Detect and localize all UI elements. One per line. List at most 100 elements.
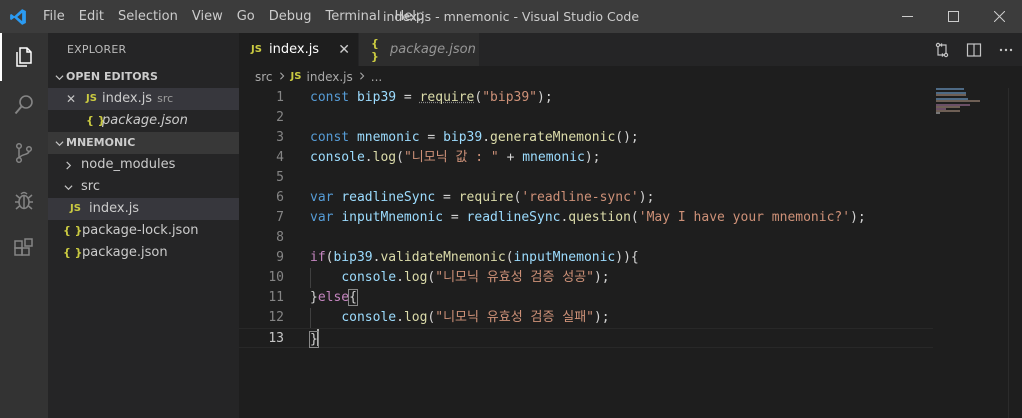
text-cursor bbox=[316, 329, 319, 346]
source-control-activity[interactable] bbox=[0, 129, 48, 177]
project-header[interactable]: MNEMONIC bbox=[48, 132, 239, 154]
split-editor-icon bbox=[966, 42, 982, 57]
json-file-icon: { } bbox=[63, 224, 83, 237]
menu-debug[interactable]: Debug bbox=[262, 0, 319, 33]
code-line: 11 }else{ bbox=[239, 288, 933, 308]
code-line: 10 console.log("니모닉 유효성 검증 성공"); bbox=[239, 268, 933, 288]
tree-file-package-lock-json[interactable]: { } package-lock.json bbox=[48, 220, 239, 242]
code-text: } bbox=[309, 329, 319, 350]
compare-changes-icon bbox=[935, 42, 949, 57]
tree-item-label: node_modules bbox=[81, 157, 176, 172]
menu-edit[interactable]: Edit bbox=[72, 0, 111, 33]
code-line-current: 13 } bbox=[239, 328, 933, 348]
close-editor-icon[interactable]: ✕ bbox=[66, 88, 86, 110]
minimize-icon bbox=[901, 16, 913, 17]
tree-folder-src[interactable]: src bbox=[48, 176, 239, 198]
line-number: 6 bbox=[276, 190, 284, 205]
maximize-button[interactable] bbox=[930, 0, 976, 33]
extensions-icon bbox=[14, 238, 33, 256]
explorer-title: EXPLORER bbox=[67, 43, 127, 56]
code-text: console.log("니모닉 유효성 검증 성공"); bbox=[341, 270, 610, 285]
split-editor-button[interactable] bbox=[958, 33, 990, 66]
more-actions-button[interactable] bbox=[990, 33, 1022, 66]
menu-terminal[interactable]: Terminal bbox=[319, 0, 388, 33]
tab-label: package.json bbox=[390, 42, 476, 57]
code-text: console.log("니모닉 값 : " + mnemonic); bbox=[310, 150, 601, 165]
project-label: MNEMONIC bbox=[66, 136, 136, 149]
explorer-sidebar: EXPLORER OPEN EDITORS ✕ JS index.js src … bbox=[48, 33, 239, 418]
code-line: 8 bbox=[239, 228, 933, 248]
tab-package-json[interactable]: { } package.json bbox=[358, 33, 479, 66]
vscode-logo-icon[interactable] bbox=[0, 0, 36, 33]
bug-icon bbox=[15, 191, 33, 210]
vertical-scrollbar[interactable] bbox=[1008, 88, 1022, 418]
line-number: 7 bbox=[276, 210, 284, 225]
menu-help[interactable]: Help bbox=[387, 0, 431, 33]
breadcrumb-symbol[interactable]: ... bbox=[371, 66, 382, 88]
debug-activity[interactable] bbox=[0, 177, 48, 225]
js-file-icon: JS bbox=[290, 71, 302, 82]
code-text: const mnemonic = bip39.generateMnemonic(… bbox=[310, 130, 639, 145]
code-text: var inputMnemonic = readlineSync.questio… bbox=[310, 210, 866, 225]
line-number: 13 bbox=[268, 331, 284, 346]
minimize-button[interactable] bbox=[884, 0, 930, 33]
title-bar: File Edit Selection View Go Debug Termin… bbox=[0, 0, 1022, 33]
code-line: 12 console.log("니모닉 유효성 검증 실패"); bbox=[239, 308, 933, 328]
json-file-icon: { } bbox=[63, 246, 83, 259]
open-changes-button[interactable] bbox=[926, 33, 958, 66]
open-editor-item[interactable]: { } package.json bbox=[48, 110, 239, 132]
window-controls bbox=[884, 0, 1022, 33]
files-icon bbox=[16, 47, 32, 67]
chevron-right-icon bbox=[278, 66, 286, 88]
js-file-icon: JS bbox=[86, 93, 97, 104]
minimap-line bbox=[936, 88, 964, 90]
source-control-icon bbox=[15, 142, 33, 164]
chevron-down-icon bbox=[64, 183, 81, 192]
minimap-line bbox=[936, 94, 966, 96]
line-number: 12 bbox=[268, 310, 284, 325]
menu-selection[interactable]: Selection bbox=[111, 0, 185, 33]
tree-file-index-js[interactable]: JS index.js bbox=[48, 198, 239, 220]
close-window-button[interactable] bbox=[976, 0, 1022, 33]
line-number: 1 bbox=[276, 90, 284, 105]
code-line: 3 const mnemonic = bip39.generateMnemoni… bbox=[239, 128, 933, 148]
extensions-activity[interactable] bbox=[0, 225, 48, 273]
code-editor[interactable]: 1 const bip39 = require("bip39"); 2 3 co… bbox=[239, 88, 1022, 418]
line-number: 3 bbox=[276, 130, 284, 145]
menu-file[interactable]: File bbox=[36, 0, 72, 33]
editor-actions bbox=[926, 33, 1022, 66]
menu-go[interactable]: Go bbox=[230, 0, 262, 33]
code-text: console.log("니모닉 유효성 검증 실패"); bbox=[341, 310, 610, 325]
line-number: 11 bbox=[268, 290, 284, 305]
minimap[interactable] bbox=[934, 88, 1008, 418]
open-editors-header[interactable]: OPEN EDITORS bbox=[48, 66, 239, 88]
chevron-down-icon bbox=[52, 73, 66, 82]
tree-file-package-json[interactable]: { } package.json bbox=[48, 242, 239, 264]
menu-view[interactable]: View bbox=[185, 0, 230, 33]
open-editor-path: src bbox=[157, 92, 174, 105]
menu-bar: File Edit Selection View Go Debug Termin… bbox=[36, 0, 431, 33]
line-number: 10 bbox=[268, 270, 284, 285]
code-line: 5 bbox=[239, 168, 933, 188]
code-line: 7 var inputMnemonic = readlineSync.quest… bbox=[239, 208, 933, 228]
breadcrumb-file[interactable]: index.js bbox=[307, 66, 353, 88]
minimap-line bbox=[936, 112, 940, 114]
tab-index-js[interactable]: JS index.js ✕ bbox=[239, 33, 358, 66]
close-tab-icon[interactable]: ✕ bbox=[338, 42, 350, 58]
breadcrumb-folder[interactable]: src bbox=[255, 66, 273, 88]
open-editor-item[interactable]: ✕ JS index.js src bbox=[48, 88, 239, 110]
code-line: 6 var readlineSync = require('readline-s… bbox=[239, 188, 933, 208]
open-editor-name: package.json bbox=[102, 113, 188, 128]
chevron-right-icon bbox=[64, 160, 81, 170]
tree-folder-node-modules[interactable]: node_modules bbox=[48, 154, 239, 176]
line-number: 4 bbox=[276, 150, 284, 165]
tab-label: index.js bbox=[269, 42, 320, 57]
tree-item-label: index.js bbox=[89, 201, 140, 216]
explorer-activity[interactable] bbox=[0, 33, 48, 81]
js-file-icon: JS bbox=[70, 203, 81, 214]
js-file-icon: JS bbox=[251, 44, 262, 55]
code-text: if(bip39.validateMnemonic(inputMnemonic)… bbox=[310, 250, 639, 265]
search-activity[interactable] bbox=[0, 81, 48, 129]
close-icon bbox=[993, 11, 1005, 22]
code-text: }else{ bbox=[310, 289, 358, 306]
